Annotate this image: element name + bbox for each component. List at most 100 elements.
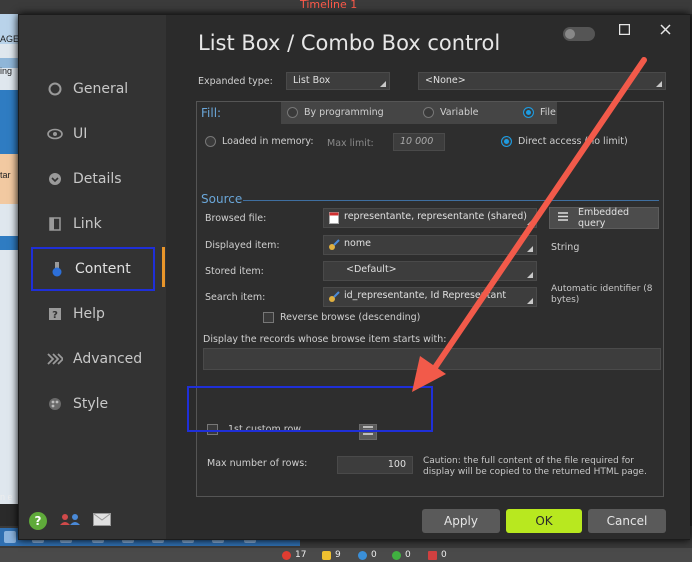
svg-text:?: ?	[52, 310, 58, 321]
close-icon[interactable]	[660, 21, 671, 39]
dropdown-arrow-icon	[527, 298, 533, 304]
browsed-file-label: Browsed file:	[205, 213, 267, 224]
embedded-query-button[interactable]: Embedded query	[549, 207, 659, 229]
sidebar-item-details[interactable]: Details	[31, 157, 155, 201]
sidebar-item-ui[interactable]: UI	[31, 112, 155, 156]
sidebar-item-link[interactable]: Link	[31, 202, 155, 246]
displayed-item-field[interactable]: nome	[323, 235, 537, 255]
search-item-type: Automatic identifier (8 bytes)	[551, 284, 653, 305]
custom-row-highlight	[187, 386, 433, 432]
background-titlebar: Timeline 1	[0, 0, 692, 14]
starts-with-input[interactable]	[203, 348, 661, 370]
stored-item-label: Stored item:	[205, 266, 264, 277]
sidebar-item-advanced[interactable]: Advanced	[31, 337, 155, 381]
mail-icon[interactable]	[93, 511, 111, 530]
status-bar: 17 9 0 0 0	[0, 548, 692, 562]
sidebar-tools: ?	[29, 511, 111, 530]
menu-icon	[558, 212, 568, 224]
fill-source-panel: Fill: By programming Variable File Loade…	[196, 101, 664, 497]
lock-toggle[interactable]	[563, 27, 595, 41]
palette-icon	[47, 396, 63, 412]
cancel-button[interactable]: Cancel	[588, 509, 666, 533]
help-circle-icon[interactable]: ?	[29, 511, 47, 530]
status-warnings[interactable]: 9	[322, 550, 341, 560]
radio-by-programming[interactable]: By programming	[287, 107, 384, 118]
status-alerts[interactable]: 0	[428, 550, 447, 560]
max-limit-label: Max limit:	[327, 138, 374, 149]
dialog-title: List Box / Combo Box control	[198, 31, 501, 55]
dropdown-arrow-icon	[527, 272, 533, 278]
dropdown-arrow-icon	[656, 81, 662, 87]
max-rows-label: Max number of rows:	[207, 458, 308, 469]
users-icon[interactable]	[59, 511, 81, 530]
sidebar-item-help[interactable]: ? Help	[31, 292, 155, 336]
radio-variable[interactable]: Variable	[423, 107, 478, 118]
background-label: n e	[0, 492, 13, 502]
screen: Timeline 1 AGE ing tar n e 17 9 0 0 0 Ge…	[0, 0, 692, 562]
radio-direct-access[interactable]: Direct access (no limit)	[501, 136, 628, 147]
expanded-type-secondary-select[interactable]: <None>	[418, 72, 666, 90]
background-label: AGE	[0, 34, 20, 44]
radio-selected-icon	[501, 136, 512, 147]
max-rows-input[interactable]: 100	[337, 456, 413, 474]
fill-section-label: Fill:	[201, 106, 222, 120]
dropdown-arrow-icon	[380, 81, 386, 87]
details-icon	[47, 171, 63, 187]
displayed-item-type: String	[551, 242, 580, 253]
checkbox-icon	[263, 312, 274, 323]
sidebar-item-general[interactable]: General	[31, 67, 155, 111]
alert-icon	[428, 550, 437, 560]
background-left-panel: AGE ing tar n e	[0, 14, 20, 504]
radio-icon	[287, 107, 298, 118]
dialog-main: List Box / Combo Box control Expanded ty…	[166, 15, 690, 539]
radio-loaded-in-memory[interactable]: Loaded in memory:	[205, 136, 314, 147]
warning-icon	[322, 550, 331, 560]
dropdown-arrow-icon	[527, 246, 533, 252]
background-label: tar	[0, 170, 11, 180]
ok-button[interactable]: OK	[506, 509, 582, 533]
error-icon	[282, 550, 291, 560]
apply-button[interactable]: Apply	[422, 509, 500, 533]
key-icon	[328, 291, 340, 306]
ok-icon	[392, 550, 401, 560]
link-icon	[47, 216, 63, 232]
max-rows-caution: Caution: the full content of the file re…	[423, 456, 647, 477]
dialog-sidebar: General UI Details Link Content ? Help A…	[19, 15, 166, 539]
radio-icon	[423, 107, 434, 118]
file-icon	[329, 212, 339, 227]
displayed-item-label: Displayed item:	[205, 240, 280, 251]
key-icon	[328, 239, 340, 254]
source-section-label: Source	[201, 192, 243, 206]
reverse-browse-checkbox[interactable]: Reverse browse (descending)	[263, 312, 420, 323]
chevrons-icon	[47, 351, 63, 367]
starts-with-label: Display the records whose browse item st…	[203, 334, 447, 345]
search-item-label: Search item:	[205, 292, 266, 303]
help-icon: ?	[47, 306, 63, 322]
sidebar-item-style[interactable]: Style	[31, 382, 155, 426]
circle-icon	[47, 81, 63, 97]
active-item-marker	[162, 247, 165, 287]
info-icon	[358, 550, 367, 560]
status-ok[interactable]: 0	[392, 550, 411, 560]
status-errors[interactable]: 17	[282, 550, 306, 560]
fill-options: By programming Variable File	[281, 102, 557, 124]
eye-icon	[47, 126, 63, 142]
source-divider	[243, 200, 659, 201]
dropdown-arrow-icon	[527, 219, 533, 225]
stored-item-field[interactable]: <Default>	[323, 261, 537, 281]
expanded-type-select[interactable]: List Box	[286, 72, 390, 90]
status-info[interactable]: 0	[358, 550, 377, 560]
background-title: Timeline 1	[300, 0, 358, 11]
max-limit-input[interactable]: 10 000	[393, 133, 445, 151]
radio-selected-icon	[523, 107, 534, 118]
radio-file[interactable]: File	[523, 107, 556, 118]
background-label: ing	[0, 66, 13, 76]
radio-icon	[205, 136, 216, 147]
maximize-icon[interactable]	[618, 21, 631, 39]
expanded-type-label: Expanded type:	[198, 76, 273, 87]
browsed-file-field[interactable]: representante, representante (shared)	[323, 208, 537, 228]
listbox-control-dialog: General UI Details Link Content ? Help A…	[18, 14, 690, 540]
flask-icon	[49, 261, 65, 277]
search-item-field[interactable]: id_representante, Id Representant	[323, 287, 537, 307]
sidebar-item-content[interactable]: Content	[31, 247, 155, 291]
